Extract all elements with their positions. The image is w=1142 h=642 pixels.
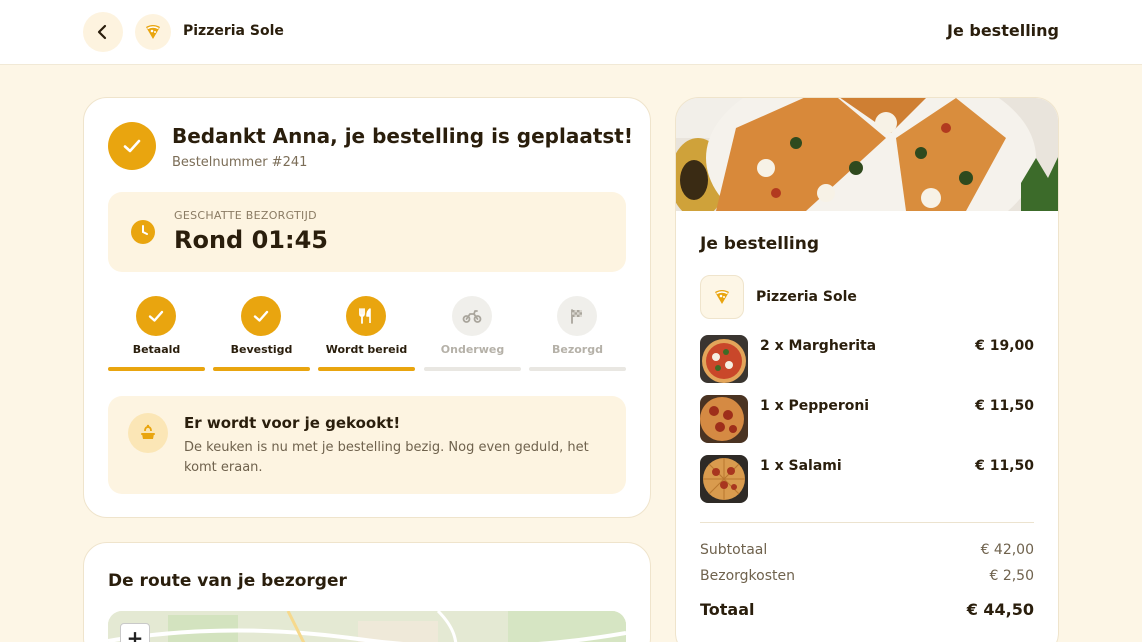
order-item: 1 x Salami € 11,50 [700, 455, 1034, 503]
check-icon [148, 310, 164, 322]
page-title: Je bestelling [947, 21, 1059, 40]
chef-pot-icon [141, 424, 155, 439]
item-name: 1 x Pepperoni [760, 398, 870, 414]
pepperoni-photo [700, 395, 748, 443]
margherita-photo [700, 335, 748, 383]
step-label: Bezorgd [552, 343, 603, 356]
subtotal-value: € 42,00 [980, 542, 1034, 558]
restaurant-name: Pizzeria Sole [183, 23, 284, 39]
step-label: Bevestigd [230, 343, 293, 356]
success-badge [108, 122, 156, 170]
step-bar [529, 367, 626, 371]
eta-value: Rond 01:45 [174, 226, 328, 254]
step-onderweg: Onderweg [424, 296, 521, 372]
step-bezorgd: Bezorgd [529, 296, 626, 372]
check-icon [123, 139, 141, 153]
zoom-in-button[interactable]: + [120, 623, 150, 642]
item-name: 2 x Margherita [760, 338, 877, 354]
delivery-fee-value: € 2,50 [989, 568, 1034, 584]
confirmation-heading: Bedankt Anna, je bestelling is geplaatst… [172, 124, 633, 148]
divider [700, 522, 1034, 523]
step-label: Onderweg [440, 343, 505, 356]
step-bar [318, 367, 415, 371]
total-value: € 44,50 [966, 600, 1034, 619]
step-label: Betaald [132, 343, 181, 356]
restaurant-logo [135, 14, 171, 50]
order-status-card: Bedankt Anna, je bestelling is geplaatst… [83, 97, 651, 518]
eta-label: GESCHATTE BEZORGTIJD [174, 209, 317, 222]
order-item: 1 x Pepperoni € 11,50 [700, 395, 1034, 443]
clock-icon [131, 220, 155, 244]
pizza-slice-icon [715, 290, 729, 304]
item-price: € 11,50 [975, 458, 1034, 474]
cutlery-icon [359, 308, 371, 324]
step-bevestigd: Bevestigd [213, 296, 310, 372]
eta-panel: GESCHATTE BEZORGTIJD Rond 01:45 [108, 192, 626, 272]
step-bar [213, 367, 310, 371]
item-thumbnail [700, 335, 748, 383]
cooking-notice: Er wordt voor je gekookt! De keuken is n… [108, 396, 626, 494]
progress-steps: Betaald Bevestigd Wordt bereid Onderweg [108, 296, 626, 372]
subtotal-label: Subtotaal [700, 542, 768, 558]
item-price: € 11,50 [975, 398, 1034, 414]
pizza-photo [676, 98, 1058, 211]
item-thumbnail [700, 395, 748, 443]
top-bar: Pizzeria Sole Je bestelling [0, 0, 1142, 65]
cooking-title: Er wordt voor je gekookt! [184, 414, 401, 432]
order-title: Je bestelling [700, 234, 819, 254]
salami-photo [700, 455, 748, 503]
route-title: De route van je bezorger [108, 571, 347, 591]
item-price: € 19,00 [975, 338, 1034, 354]
restaurant-logo [700, 275, 744, 319]
item-name: 1 x Salami [760, 458, 842, 474]
check-icon [253, 310, 269, 322]
flag-icon [571, 309, 582, 324]
order-item: 2 x Margherita € 19,00 [700, 335, 1034, 383]
back-button[interactable] [83, 12, 123, 52]
total-label: Totaal [700, 600, 755, 619]
route-card: De route van je bezorger + [83, 542, 651, 642]
delivery-map[interactable]: + [108, 611, 626, 642]
scooter-icon [462, 310, 482, 323]
step-bar [108, 367, 205, 371]
step-wordt-bereid: Wordt bereid [318, 296, 415, 372]
order-number: Bestelnummer #241 [172, 155, 308, 170]
item-thumbnail [700, 455, 748, 503]
restaurant-name: Pizzeria Sole [756, 289, 857, 305]
map-tiles [108, 611, 626, 642]
order-summary-card: Je bestelling Pizzeria Sole 2 x Margheri… [675, 97, 1059, 642]
step-bar [424, 367, 521, 371]
cooking-description: De keuken is nu met je bestelling bezig.… [184, 440, 589, 475]
chevron-left-icon [97, 24, 107, 40]
delivery-fee-label: Bezorgkosten [700, 568, 795, 584]
pizza-slice-icon [146, 25, 160, 39]
step-betaald: Betaald [108, 296, 205, 372]
pizza-hero-image [676, 98, 1058, 211]
step-label: Wordt bereid [325, 343, 408, 356]
